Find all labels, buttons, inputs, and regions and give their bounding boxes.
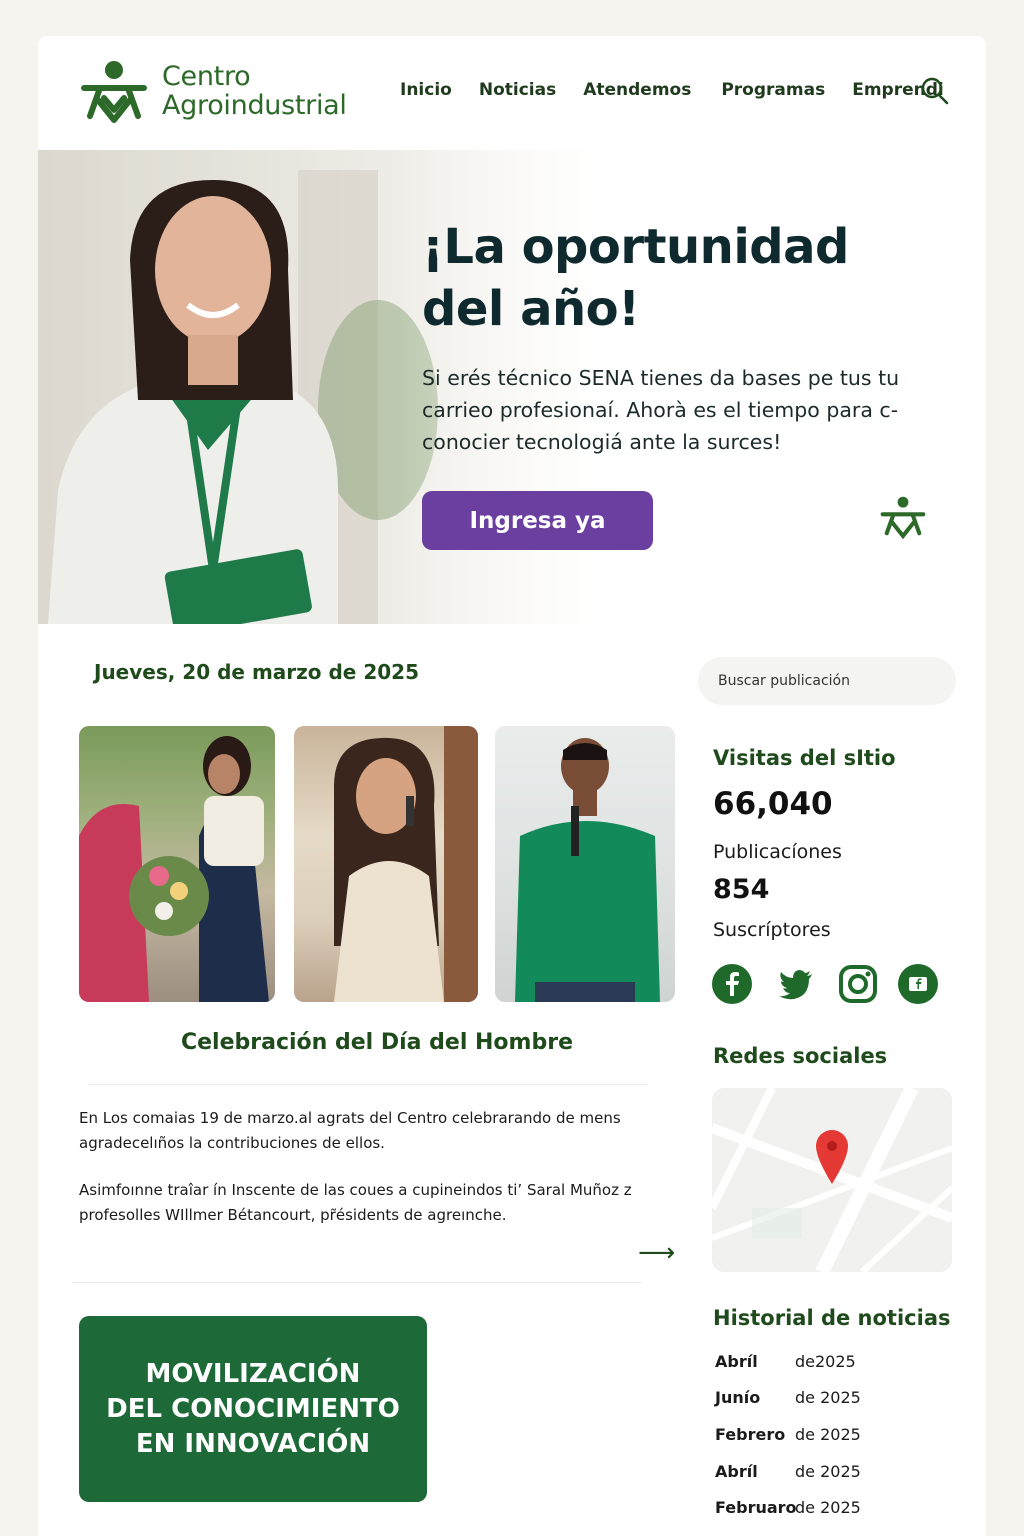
facebook-icon[interactable] (712, 964, 752, 1004)
history-item-year: de 2025 (795, 1388, 861, 1407)
visits-count: 66,040 (713, 786, 833, 822)
event-title[interactable]: Celebración del Día del Hombre (79, 1030, 675, 1055)
event-photo-singer[interactable] (294, 726, 478, 1002)
event-photo-flowers[interactable] (79, 726, 275, 1002)
para1-line2: agradecelıños la contribuciones de ellos… (79, 1134, 385, 1152)
location-map[interactable] (712, 1088, 952, 1272)
subscribers-label: Suscríptores (713, 919, 831, 941)
sena-logo-icon[interactable] (80, 60, 148, 124)
brand-line1: Centro (162, 61, 251, 92)
hero-title: ¡La oportunidad del año! (422, 216, 892, 340)
nav-atendemos[interactable]: Atendemos (583, 80, 691, 100)
brand-line2: Agroindustrial (162, 90, 347, 121)
visits-heading: Visitas del sItio (713, 746, 896, 770)
nav-inicio[interactable]: Inicio (400, 80, 452, 100)
innovation-banner[interactable]: MOVILIZACIÓN DEL CONOCIMIENTO EN INNOVAC… (79, 1316, 427, 1502)
history-item-year: de 2025 (795, 1498, 861, 1517)
main-nav: Inicio Noticias Atendemos Programas Empr… (400, 80, 971, 100)
twitter-icon[interactable] (776, 964, 816, 1004)
student-illustration (48, 170, 438, 624)
history-item-month[interactable]: Junío (715, 1388, 760, 1407)
posts-label: Publicacíones (713, 841, 842, 863)
read-more-arrow-icon[interactable]: ⟶ (638, 1238, 675, 1268)
facebook-square-icon[interactable] (898, 964, 938, 1004)
page-card: Centro Agroindustrial Inicio Noticias At… (38, 36, 986, 1536)
history-item-month[interactable]: Abríl (715, 1352, 758, 1371)
history-item-month[interactable]: Abríl (715, 1462, 758, 1481)
para2-line2: profesolles WIllmer Bétancourt, pr̃éside… (79, 1206, 507, 1224)
instagram-icon[interactable] (838, 964, 878, 1004)
hero-text-line1: Si erés técnico SENA tienes da bases pe … (422, 366, 900, 390)
event-paragraph-2: Asimfoınne traîar ín Inscente de las cou… (79, 1178, 679, 1228)
hero-text-line2: carrieo profesionaí. Ahorà es el tiempo … (422, 398, 899, 422)
site-header: Centro Agroindustrial Inicio Noticias At… (38, 36, 986, 150)
brand-name[interactable]: Centro Agroindustrial (162, 62, 347, 120)
search-publication-input[interactable] (698, 657, 956, 705)
sena-small-logo-icon (880, 496, 926, 540)
nav-noticias[interactable]: Noticias (479, 80, 556, 100)
banner-line2: DEL CONOCIMIENTO (106, 1393, 400, 1424)
social-heading: Redes sociales (713, 1044, 888, 1068)
nav-programas[interactable]: Programas (721, 80, 825, 100)
current-date: Jueves, 20 de marzo de 2025 (94, 660, 419, 684)
hero-description: Si erés técnico SENA tienes da bases pe … (422, 362, 942, 458)
history-item-month[interactable]: Februaro (715, 1498, 797, 1517)
posts-count: 854 (713, 874, 770, 905)
hero-text-line3: conocier tecnologiá ante la surces! (422, 430, 782, 454)
search-icon[interactable] (920, 76, 950, 106)
hero-section: ¡La oportunidad del año! Si erés técnico… (38, 150, 986, 624)
para2-line1: Asimfoınne traîar ín Inscente de las cou… (79, 1181, 632, 1199)
history-item-year: de 2025 (795, 1425, 861, 1444)
banner-line1: MOVILIZACIÓN (145, 1358, 361, 1389)
history-item-year: de2025 (795, 1352, 856, 1371)
event-paragraph-1: En Los comaias 19 de marzo.al agrats del… (79, 1106, 679, 1156)
history-item-year: de 2025 (795, 1462, 861, 1481)
ingresa-button[interactable]: Ingresa ya (422, 491, 653, 550)
banner-line3: EN INNOVACIÓN (135, 1428, 371, 1459)
hero-title-line2: del año! (422, 281, 640, 337)
divider (72, 1282, 642, 1283)
event-photo-speaker[interactable] (495, 726, 675, 1002)
divider (88, 1084, 648, 1085)
hero-title-line1: ¡La oportunidad (422, 219, 849, 275)
history-heading: Historial de noticias (713, 1306, 951, 1330)
para1-line1: En Los comaias 19 de marzo.al agrats del… (79, 1109, 621, 1127)
history-item-month[interactable]: Febrero (715, 1425, 785, 1444)
